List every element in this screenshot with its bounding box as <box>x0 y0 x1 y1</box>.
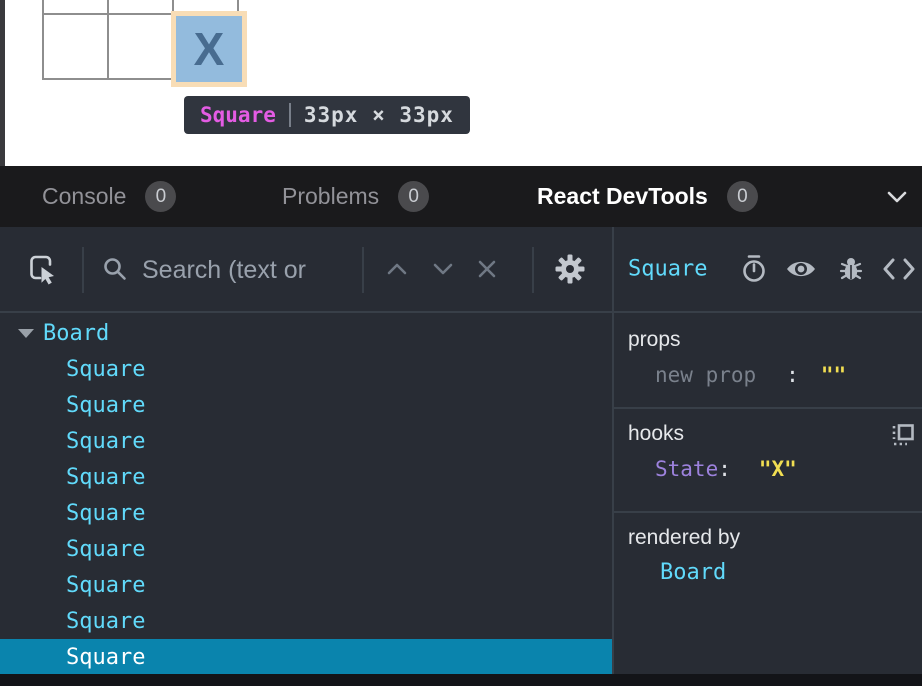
tree-item-square-5[interactable]: Square <box>0 495 612 531</box>
tab-badge: 0 <box>727 181 758 212</box>
hooks-section-title: hooks <box>614 409 922 446</box>
new-prop-value[interactable]: "" <box>821 363 846 387</box>
board-cell[interactable] <box>109 0 174 15</box>
devtools-window: X Square 33px × 33px Console 0 Problems … <box>0 0 922 686</box>
tab-react-devtools[interactable]: React DevTools 0 <box>537 166 758 227</box>
tree-item-label: Square <box>66 393 145 418</box>
hook-value[interactable]: "X" <box>759 457 797 481</box>
component-tree: Board SquareSquareSquareSquareSquareSqua… <box>0 315 612 674</box>
debug-bug-icon[interactable] <box>838 255 864 283</box>
tree-item-label: Square <box>66 645 145 670</box>
bottom-edge-bar <box>0 674 922 686</box>
inspector-panel: props new prop : "" hooks State : "X" <box>614 315 922 674</box>
inspect-size-tooltip: Square 33px × 33px <box>184 96 470 134</box>
tab-label: Problems <box>282 183 379 210</box>
inspected-square-cell[interactable]: X <box>176 16 242 82</box>
tree-item-label: Square <box>66 501 145 526</box>
inspect-dom-eye-icon[interactable] <box>785 257 817 281</box>
tree-expander-icon[interactable] <box>18 329 34 338</box>
tree-item-label: Square <box>66 429 145 454</box>
state-hook-row: State : "X" <box>614 457 922 481</box>
search-next-icon[interactable] <box>432 262 454 276</box>
tab-badge: 0 <box>398 181 429 212</box>
tree-item-square-6[interactable]: Square <box>0 531 612 567</box>
toolbar-divider <box>532 247 534 293</box>
rendered-by-section: rendered by Board <box>614 513 922 672</box>
tooltip-dimensions: 33px × 33px <box>304 103 454 127</box>
window-left-edge <box>0 0 5 166</box>
tree-item-label: Square <box>66 537 145 562</box>
tooltip-divider <box>289 103 291 127</box>
hook-name: State <box>655 457 718 481</box>
props-section: props new prop : "" <box>614 315 922 409</box>
prop-separator: : <box>786 363 799 387</box>
tree-item-board[interactable]: Board <box>0 315 612 351</box>
suspend-timer-icon[interactable] <box>740 254 768 284</box>
tree-item-label: Square <box>66 465 145 490</box>
board-cell[interactable] <box>109 15 174 80</box>
hooks-section: hooks State : "X" <box>614 409 922 513</box>
tree-item-label: Square <box>66 573 145 598</box>
tab-problems[interactable]: Problems 0 <box>282 166 429 227</box>
tree-item-label: Square <box>66 357 145 382</box>
inspector-component-title: Square <box>628 257 707 282</box>
tree-item-square-7[interactable]: Square <box>0 567 612 603</box>
inspect-highlight-padding: X <box>171 11 247 87</box>
tree-item-label: Square <box>66 609 145 634</box>
tab-badge: 0 <box>145 181 176 212</box>
react-devtools-toolbar: Square <box>0 227 922 313</box>
search-input[interactable] <box>142 227 356 313</box>
tree-item-label: Board <box>43 321 109 346</box>
tree-item-square-9[interactable]: Square <box>0 639 612 674</box>
tree-item-square-3[interactable]: Square <box>0 423 612 459</box>
tree-item-square-1[interactable]: Square <box>0 351 612 387</box>
search-icon <box>102 256 128 282</box>
component-tree-children: Square Square Square Square Square Square Squa… <box>0 351 612 674</box>
view-source-icon[interactable] <box>882 258 916 280</box>
tab-console[interactable]: Console 0 <box>42 166 176 227</box>
props-section-title: props <box>614 315 922 352</box>
settings-gear-icon[interactable] <box>554 253 586 285</box>
rendered-by-title: rendered by <box>614 513 922 550</box>
board-cell[interactable] <box>44 0 109 15</box>
tooltip-component-name: Square <box>200 103 276 127</box>
tree-item-square-4[interactable]: Square <box>0 459 612 495</box>
browser-viewport: X Square 33px × 33px <box>0 0 922 166</box>
toolbar-divider <box>82 247 84 293</box>
new-prop-input[interactable]: new prop <box>655 363 756 387</box>
tree-item-square-2[interactable]: Square <box>0 387 612 423</box>
board-cell[interactable] <box>44 15 109 80</box>
new-prop-row: new prop : "" <box>614 363 922 387</box>
tab-label: React DevTools <box>537 183 708 210</box>
parse-hooks-icon[interactable] <box>890 422 916 448</box>
tab-chevron-down-icon[interactable] <box>886 190 908 204</box>
tree-item-square-8[interactable]: Square <box>0 603 612 639</box>
toolbar-divider <box>362 247 364 293</box>
rendered-by-owner-link[interactable]: Board <box>614 560 922 585</box>
tab-label: Console <box>42 183 126 210</box>
search-prev-icon[interactable] <box>386 262 408 276</box>
inspect-element-icon[interactable] <box>26 253 59 286</box>
search-clear-icon[interactable] <box>477 259 497 279</box>
hook-separator: : <box>718 457 731 481</box>
devtools-tab-bar: Console 0 Problems 0 React DevTools 0 <box>0 166 922 227</box>
